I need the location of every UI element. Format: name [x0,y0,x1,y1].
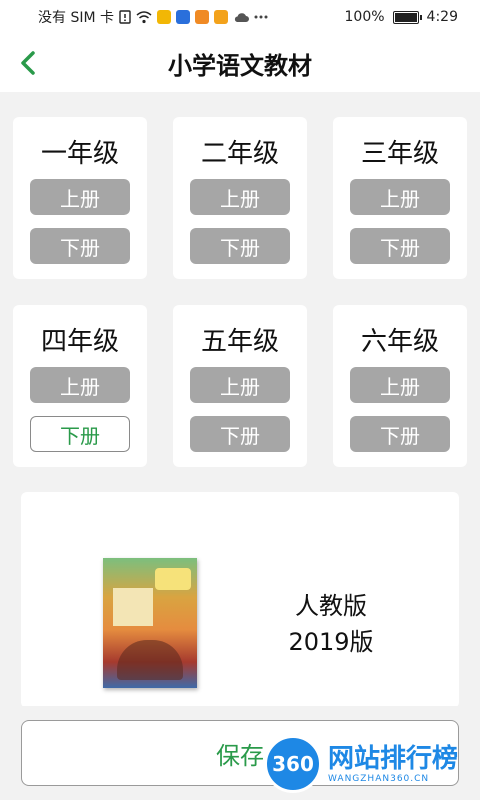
upper-volume-button[interactable]: 上册 [350,367,450,403]
book-cover-image [103,558,197,688]
grade-row: 一年级 上册 下册 二年级 上册 下册 三年级 上册 下册 [13,117,467,279]
edition-year-label: 2019版 [288,628,374,656]
grade-grid: 一年级 上册 下册 二年级 上册 下册 三年级 上册 下册 四年级 上册 下册 … [13,117,467,493]
bulb-icon [176,10,190,24]
sim-alert-icon [119,10,131,24]
grade-label: 三年级 [360,139,439,169]
mail-icon [157,10,171,24]
battery-level [394,12,417,22]
lower-volume-button[interactable]: 下册 [350,228,450,264]
watermark-subtitle: WANGZHAN360.CN [328,774,430,784]
battery-percent: 100% [344,9,385,25]
cover-title-sign [155,568,191,590]
publisher-label: 人教版 [295,592,367,620]
message-icon [195,10,209,24]
grade-row: 四年级 上册 下册 五年级 上册 下册 六年级 上册 下册 [13,305,467,467]
upper-volume-button[interactable]: 上册 [190,179,290,215]
grade-card-1: 一年级 上册 下册 [13,117,147,279]
app-icon [214,10,228,24]
lower-volume-button[interactable]: 下册 [190,416,290,452]
page-title: 小学语文教材 [168,51,312,80]
grade-label: 五年级 [200,327,279,357]
grade-card-6: 六年级 上册 下册 [333,305,467,467]
cloud-icon [234,13,249,22]
book-preview-panel: 人教版 2019版 [21,492,459,708]
carrier-text: 没有 SIM 卡 [38,10,114,26]
clock: 4:29 [426,9,458,25]
watermark-badge: 360 [264,735,322,793]
cover-illustration [117,640,183,680]
grade-card-5: 五年级 上册 下册 [173,305,307,467]
grade-card-4: 四年级 上册 下册 [13,305,147,467]
watermark-text: 网站排行榜 WANGZHAN360.CN [328,744,458,784]
grade-card-3: 三年级 上册 下册 [333,117,467,279]
status-bar: 没有 SIM 卡 100% 4:29 [0,0,480,34]
grade-label: 二年级 [200,139,279,169]
grade-label: 六年级 [360,327,439,357]
lower-volume-button[interactable]: 下册 [350,416,450,452]
battery-icon [392,10,422,24]
lower-volume-button[interactable]: 下册 [30,228,130,264]
lower-volume-button-selected[interactable]: 下册 [30,416,130,452]
upper-volume-button[interactable]: 上册 [190,367,290,403]
status-left: 没有 SIM 卡 [38,7,268,27]
upper-volume-button[interactable]: 上册 [30,179,130,215]
grade-label: 一年级 [40,139,119,169]
watermark-title: 网站排行榜 [328,744,459,774]
upper-volume-button[interactable]: 上册 [350,179,450,215]
lower-volume-button[interactable]: 下册 [190,228,290,264]
grade-card-2: 二年级 上册 下册 [173,117,307,279]
watermark-logo: 360 网站排行榜 WANGZHAN360.CN [264,734,478,794]
app-header: 小学语文教材 [0,34,480,92]
upper-volume-button[interactable]: 上册 [30,367,130,403]
grade-label: 四年级 [40,327,119,357]
save-button-label: 保存 [216,741,264,770]
chevron-left-icon [21,51,35,75]
cover-grade-band [113,588,153,626]
edition-info: 人教版 2019版 [271,588,391,660]
back-button[interactable] [12,46,46,80]
more-icon [254,15,268,19]
wifi-icon [136,11,152,24]
status-right: 100% 4:29 [345,9,458,25]
